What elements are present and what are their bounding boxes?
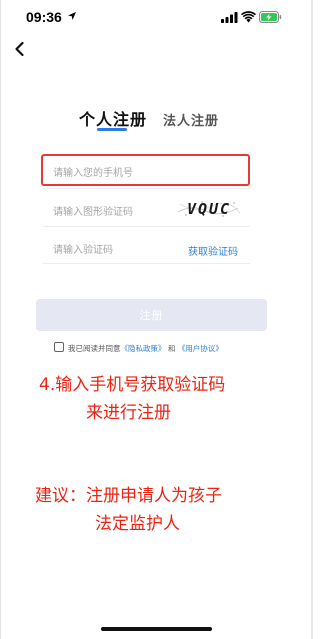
location-arrow-icon — [68, 12, 76, 20]
home-indicator — [101, 627, 212, 631]
user-agreement-link[interactable]: 《用户协议》 — [178, 344, 223, 353]
register-button[interactable]: 注册 — [36, 299, 267, 331]
phone-field-highlight — [41, 154, 250, 186]
chevron-left-icon[interactable] — [12, 40, 28, 58]
captcha-image[interactable]: VQUC — [176, 198, 242, 220]
field-divider — [43, 188, 250, 189]
agreement-checkbox[interactable] — [54, 342, 64, 352]
agreement-prefix: 我已阅读并同意 — [68, 344, 121, 353]
active-tab-indicator — [97, 128, 127, 131]
step-annotation-line-2: 来进行注册 — [86, 403, 171, 423]
wifi-icon — [241, 11, 256, 23]
frame-edge-left — [0, 0, 1, 639]
privacy-policy-link[interactable]: 《隐私政策》 — [121, 344, 166, 353]
agreement-text: 我已阅读并同意《隐私政策》 和 《用户协议》 — [68, 343, 223, 354]
advice-annotation-line-2: 法定监护人 — [95, 514, 180, 534]
tab-personal-registration[interactable]: 个人注册 — [79, 106, 147, 130]
get-verification-code-link[interactable]: 获取验证码 — [188, 243, 238, 258]
status-time: 09:36 — [26, 9, 62, 25]
agreement-and: 和 — [167, 344, 176, 353]
field-divider — [43, 263, 250, 264]
signal-icon — [221, 12, 238, 23]
captcha-text: VQUC — [187, 200, 231, 218]
advice-annotation-line-1: 建议：注册申请人为孩子 — [35, 486, 222, 506]
tab-legal-entity-registration[interactable]: 法人注册 — [163, 110, 219, 129]
battery-charging-icon — [259, 11, 282, 23]
field-divider — [43, 226, 250, 227]
frame-edge-right — [311, 0, 313, 639]
step-annotation-line-1: 4.输入手机号获取验证码 — [39, 375, 226, 395]
